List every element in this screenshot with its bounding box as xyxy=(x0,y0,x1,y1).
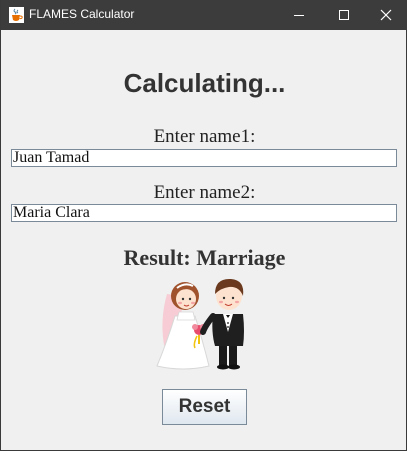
bride-and-groom-illustration xyxy=(156,278,244,370)
close-button[interactable] xyxy=(363,0,407,30)
close-icon xyxy=(380,9,391,21)
name1-label: Enter name1: xyxy=(153,126,256,147)
window-title: FLAMES Calculator xyxy=(29,7,135,21)
name2-input[interactable] xyxy=(11,204,397,222)
java-cup-icon xyxy=(9,7,24,23)
status-heading: Calculating... xyxy=(123,68,286,98)
title-bar[interactable]: FLAMES Calculator xyxy=(1,0,407,30)
result-text: Result: Marriage xyxy=(123,245,286,270)
app-window: FLAMES Calculator Calculating... Enter n… xyxy=(0,0,407,451)
name2-label: Enter name2: xyxy=(153,182,256,203)
reset-button[interactable]: Reset xyxy=(162,389,247,425)
minimize-button[interactable] xyxy=(276,0,321,30)
maximize-icon xyxy=(338,10,349,20)
minimize-icon xyxy=(293,15,304,16)
maximize-button[interactable] xyxy=(321,0,366,30)
name1-input[interactable] xyxy=(11,149,397,167)
